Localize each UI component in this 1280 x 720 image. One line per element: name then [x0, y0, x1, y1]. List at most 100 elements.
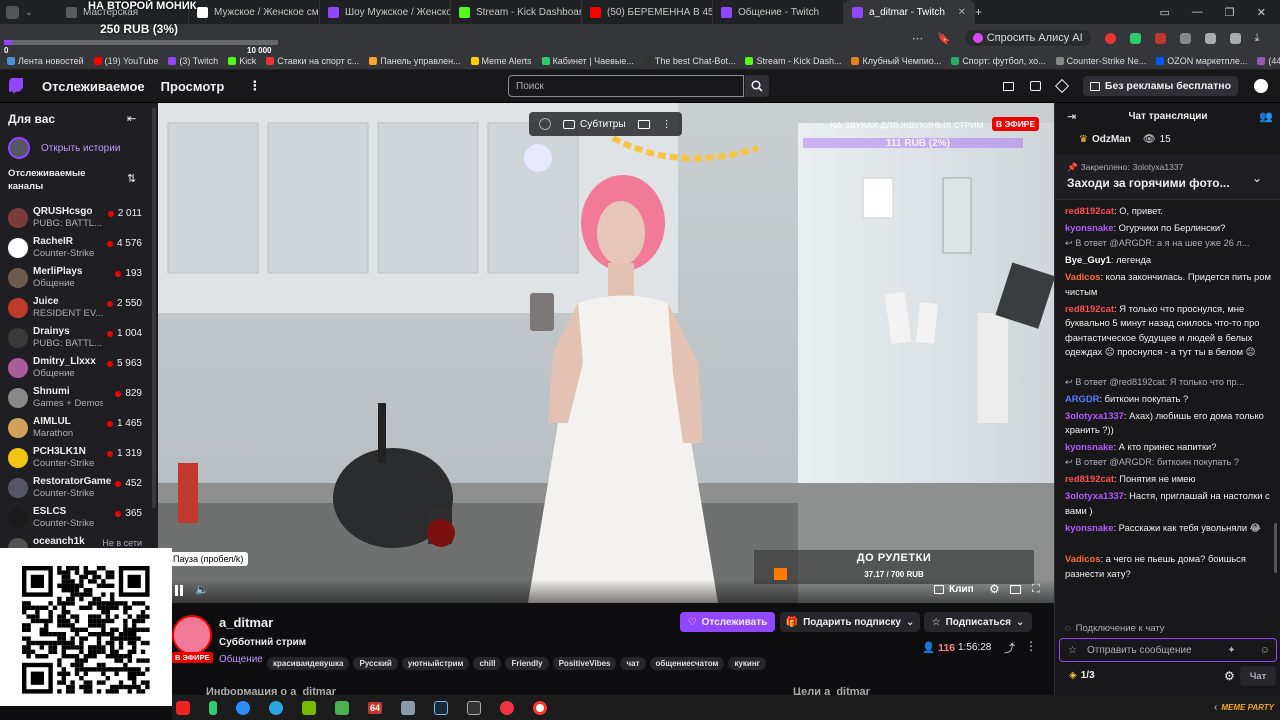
chat-username[interactable]: ARGDR [1065, 393, 1099, 404]
pip-icon[interactable] [637, 119, 650, 129]
open-stories-row[interactable]: Открыть истории [8, 137, 120, 159]
nav-following[interactable]: Отслеживаемое [42, 79, 145, 94]
theatre-mode-icon[interactable] [1010, 585, 1021, 594]
chat-scrollbar[interactable] [1274, 523, 1277, 573]
bookmarks-icon[interactable]: ▭ [1160, 6, 1170, 19]
zoom-icon[interactable] [236, 700, 250, 715]
clip-button[interactable]: Клип [934, 584, 974, 595]
twitch-logo-icon[interactable] [9, 78, 23, 94]
tab-close-icon[interactable]: ✕ [958, 7, 966, 18]
reply-context[interactable]: ↩ В ответ @ARGDR: а я на шее уже 26 л... [1065, 238, 1271, 249]
extension-icon[interactable] [1129, 32, 1141, 44]
app-icon[interactable] [401, 700, 416, 715]
stream-category[interactable]: Общение [219, 654, 263, 665]
video-player[interactable]: НА ЗВУКАХ ДЛЯ ЖВУКИНЫХ СТРИМ 111 RUB (2%… [158, 103, 1054, 603]
browser-tab[interactable]: Мастерская [58, 0, 189, 24]
stream-tag[interactable]: чат [620, 657, 646, 670]
reply-context[interactable]: ↩ В ответ @red8192cat: Я только что пр..… [1065, 377, 1271, 388]
bookmark-item[interactable]: Stream - Kick Dash... [742, 56, 844, 66]
subscribe-button[interactable]: ☆ Подписаться ⌄ [924, 612, 1032, 632]
chat-username[interactable]: 3olotyxa1337 [1065, 410, 1124, 421]
no-ads-button[interactable]: Без рекламы бесплатно [1082, 76, 1238, 96]
extension-icon[interactable] [1104, 32, 1116, 44]
chat-username[interactable]: Vadicos [1065, 553, 1100, 564]
chat-message[interactable]: Bye_Guy1: легенда [1065, 253, 1271, 268]
chat-message[interactable]: kyonsnake: Огурчики по Берлински? [1065, 221, 1271, 236]
browser-tab[interactable]: a_ditmar - Twitch ✕ [844, 0, 975, 24]
sidebar-channel[interactable]: oceanch1k Не в сети [0, 534, 152, 548]
bookmark-item[interactable]: Клубный Чемпио... [848, 56, 944, 66]
chat-message[interactable]: red8192cat: О, привет. [1065, 204, 1271, 219]
chat-message[interactable]: kyonsnake: Расскажи как тебя увольняли 😂 [1065, 521, 1271, 536]
chat-message[interactable]: Vadicos: а чего не пьешь дома? боишься р… [1065, 552, 1271, 581]
whispers-icon[interactable] [1029, 81, 1041, 91]
chat-username[interactable]: 3olotyxa1337 [1065, 490, 1124, 501]
search-input[interactable]: Поиск [508, 75, 744, 97]
community-icon[interactable]: 👥 [1259, 110, 1273, 123]
bookmark-item[interactable]: Kick [225, 56, 259, 66]
inbox-icon[interactable] [1002, 81, 1014, 91]
nvidia-icon[interactable] [302, 700, 316, 715]
bookmark-icon[interactable]: 🔖 [937, 32, 951, 45]
channel-avatar[interactable] [172, 615, 212, 655]
chat-settings-icon[interactable]: ⚙ [1224, 669, 1235, 683]
bookmark-item[interactable]: Лента новостей [4, 56, 87, 66]
nav-browse[interactable]: Просмотр [161, 79, 225, 94]
sidebar-channel[interactable]: AIMLUL Marathon 1 465 [0, 414, 152, 444]
channel-points[interactable]: ◈ 1/3 [1069, 670, 1095, 681]
nav-more[interactable]: ⋮ [248, 78, 261, 94]
bookmark-item[interactable]: Counter-Strike Ne... [1053, 56, 1150, 66]
sidebar-channel[interactable]: RestoratorGame Counter-Strike 452 [0, 474, 152, 504]
bookmark-item[interactable]: Спорт: футбол, хо... [948, 56, 1048, 66]
chat-input[interactable]: ☆ Отправить сообщение ✦ ☺ [1059, 638, 1277, 662]
more-options-icon[interactable]: ⋮ [662, 119, 672, 130]
fullscreen-icon[interactable]: ⛶ [1032, 583, 1040, 596]
tab-close-icon[interactable]: + [975, 5, 982, 19]
share-icon[interactable]: ⤴ [1004, 640, 1015, 656]
chat-message[interactable]: ARGDR: биткоин покупать ? [1065, 392, 1271, 407]
volume-icon[interactable]: 🔈 [195, 583, 209, 596]
sidebar-channel[interactable]: Drainys PUBG: BATTL... 1 004 [0, 324, 152, 354]
close-window-icon[interactable]: ✕ [1257, 6, 1266, 19]
app-icon[interactable] [500, 700, 515, 715]
chat-username[interactable]: red8192cat [1065, 473, 1114, 484]
stream-tag[interactable]: общениесчатом [649, 657, 725, 670]
bookmark-item[interactable]: Кабинет | Чаевые... [539, 56, 637, 66]
sidebar-channel[interactable]: Shnumi Games + Demos 829 [0, 384, 152, 414]
chat-message[interactable]: red8192cat: Я только что проснулся, мне … [1065, 302, 1271, 360]
browser-tab[interactable]: (50) БЕРЕМЕННА В 45 | 2 [582, 0, 713, 24]
app-icon[interactable] [176, 700, 190, 715]
sidebar-scrollbar[interactable] [152, 108, 156, 508]
stream-tag[interactable]: красиваядевушка [267, 657, 350, 670]
maximize-icon[interactable]: ❐ [1225, 6, 1235, 19]
app-badge[interactable]: 64 [368, 701, 383, 714]
sidebar-channel[interactable]: PCH3LK1N Counter-Strike 1 319 [0, 444, 152, 474]
sidebar-channel[interactable]: ESLCS Counter-Strike 365 [0, 504, 152, 534]
follow-button[interactable]: ♡ Отслеживать [680, 612, 775, 632]
autoplay-icon[interactable] [539, 118, 551, 130]
sidebar-channel[interactable]: MerliPlays Общение 193 [0, 264, 152, 294]
browser-tab[interactable]: Общение - Twitch [713, 0, 844, 24]
arrow-left-icon[interactable]: ‹ [1214, 702, 1217, 713]
ask-alice-button[interactable]: Спросить Алису AI [964, 30, 1091, 46]
reply-context[interactable]: ↩ В ответ @ARGDR: биткоин покупать ? [1065, 457, 1271, 468]
chat-username[interactable]: red8192cat [1065, 205, 1114, 216]
avatar[interactable] [1254, 79, 1268, 93]
battery-icon[interactable] [209, 700, 217, 715]
stream-tag[interactable]: кукинг [728, 657, 767, 670]
chat-username[interactable]: Bye_Guy1 [1065, 254, 1111, 265]
chat-send-button[interactable]: Чат [1240, 666, 1276, 686]
minimize-icon[interactable]: — [1192, 6, 1203, 19]
chat-message[interactable]: 3olotyxa1337: Настя, приглашай на настол… [1065, 489, 1271, 518]
menu-icon[interactable]: ⋯ [912, 32, 923, 45]
chat-message[interactable]: 3olotyxa1337: Ахах) любишь его дома толь… [1065, 409, 1271, 438]
browser-tab[interactable]: Stream - Kick Dashboard [451, 0, 582, 24]
prime-icon[interactable] [1054, 78, 1069, 94]
search-button[interactable] [745, 75, 769, 97]
subtitles-button[interactable]: Субтитры [563, 119, 626, 130]
smile-icon[interactable]: ☺ [1260, 645, 1270, 656]
stream-tag[interactable]: chill [473, 657, 502, 670]
chat-username[interactable]: Vadicos [1065, 271, 1100, 282]
extension-icon[interactable] [1179, 32, 1191, 44]
more-options-icon[interactable]: ⋮ [1025, 639, 1037, 653]
